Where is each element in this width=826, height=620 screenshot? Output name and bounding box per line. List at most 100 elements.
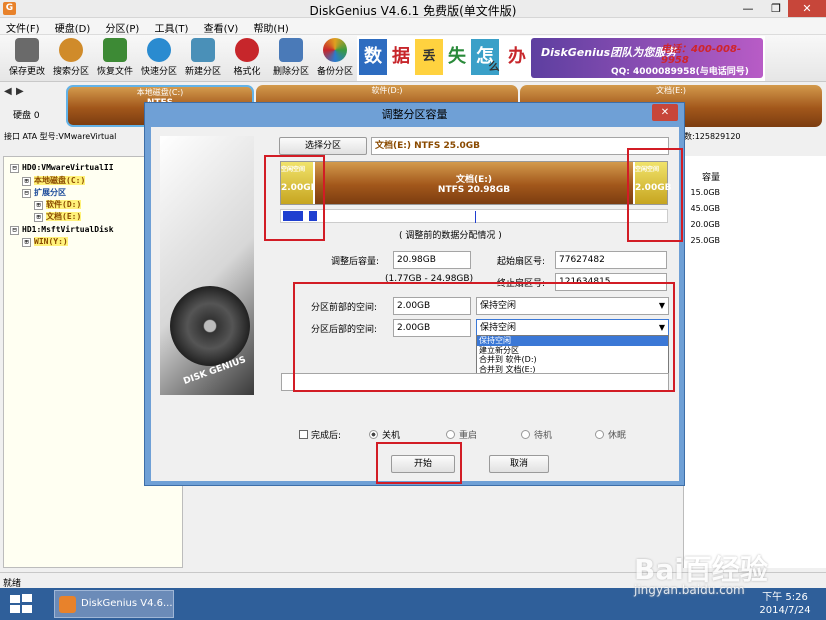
radio-shutdown[interactable]: 关机 — [369, 428, 400, 441]
menu-partition[interactable]: 分区(P) — [99, 18, 145, 35]
partition-layout-bar[interactable]: 空闲空间 2.00GB 文档(E:) NTFS 20.98GB 空闲空间 2.0… — [280, 161, 671, 205]
hard-disk-icon — [170, 286, 250, 366]
tree-toggle-icon[interactable]: ⊞ — [34, 213, 43, 222]
baidu-watermark: Bai百经验 — [634, 553, 768, 586]
capacity-cell: 20.0GB — [690, 220, 721, 229]
checkbox-box — [299, 430, 308, 439]
capacity-header: 容量 — [701, 173, 720, 183]
tree-toggle-icon[interactable]: ⊟ — [10, 164, 19, 173]
system-clock[interactable]: 下午 5:26 2014/7/24 — [752, 591, 818, 617]
banner-char: 数 — [359, 39, 387, 75]
radio-standby[interactable]: 待机 — [521, 428, 552, 441]
tree-toggle-icon[interactable]: ⊞ — [22, 238, 31, 247]
search-icon — [59, 38, 83, 62]
annotation-box — [264, 155, 325, 241]
capacity-cell: 45.0GB — [690, 204, 721, 213]
start-tile — [22, 605, 32, 613]
delete-partition-button[interactable]: 删除分区 — [270, 37, 312, 79]
menu-bar: 文件(F) 硬盘(D) 分区(P) 工具(T) 查看(V) 帮助(H) — [0, 18, 826, 35]
title-bar: G DiskGenius V4.6.1 免费版(单文件版) — ❐ ✕ — [0, 0, 826, 18]
banner-char: 办 — [503, 39, 531, 75]
tree-item[interactable]: ⊞ 软件(D:) — [34, 199, 82, 211]
banner-char: 据 — [387, 39, 415, 75]
tree-toggle-icon[interactable]: ⊞ — [22, 177, 31, 186]
format-button[interactable]: 格式化 — [226, 37, 268, 79]
windows-start-icon[interactable] — [10, 594, 34, 614]
app-logo-icon — [59, 596, 76, 613]
banner-qq: QQ: 4000089958(与电话同号) — [611, 67, 749, 77]
save-changes-button[interactable]: 保存更改 — [6, 37, 48, 79]
menu-tools[interactable]: 工具(T) — [148, 18, 194, 35]
banner-char: 么 — [488, 60, 500, 73]
next-disk-icon[interactable]: ▶ — [16, 86, 24, 97]
annotation-box — [627, 148, 683, 242]
tree-item[interactable]: ⊞ 文档(E:) — [34, 211, 82, 223]
tree-item[interactable]: ⊟ 扩展分区 — [22, 187, 66, 199]
tree-toggle-icon[interactable]: ⊟ — [10, 226, 19, 235]
new-partition-button[interactable]: 新建分区 — [182, 37, 224, 79]
cancel-button[interactable]: 取消 — [489, 455, 549, 473]
recover-files-button[interactable]: 恢复文件 — [94, 37, 136, 79]
data-block — [475, 211, 476, 223]
harddisk-illustration: DISK GENIUS — [160, 136, 254, 395]
capacity-cell: 15.0GB — [690, 188, 721, 197]
radio-dot — [446, 430, 455, 439]
minimize-button[interactable]: — — [734, 0, 762, 17]
delete-icon — [279, 38, 303, 62]
window-title: DiskGenius V4.6.1 免费版(单文件版) — [309, 4, 517, 18]
partition-segment[interactable]: 文档(E:) NTFS 20.98GB — [315, 162, 633, 204]
start-sector-label: 起始扇区号: — [497, 257, 546, 267]
radio-dot — [369, 430, 378, 439]
backup-icon — [323, 38, 347, 62]
tree-item[interactable]: ⊟ HD1:MsftVirtualDisk — [10, 225, 114, 237]
taskbar-app-diskgenius[interactable]: DiskGenius V4.6... — [54, 590, 174, 618]
advertisement-banner[interactable]: 数 据 丢 失 怎 么 办 DiskGenius团队为您服务 电话：400-00… — [357, 36, 765, 81]
disk-label: 硬盘 0 — [13, 111, 40, 121]
tree-item[interactable]: ⊞ WIN(Y:) — [22, 237, 68, 249]
banner-char: 失 — [443, 39, 471, 75]
annotation-box — [293, 282, 675, 392]
tree-item[interactable]: ⊟ HD0:VMwareVirtualII — [10, 163, 114, 175]
baidu-watermark-url: jingyan.baidu.com — [634, 583, 745, 597]
banner-team: DiskGenius团队为您服务 — [541, 46, 677, 59]
menu-file[interactable]: 文件(F) — [0, 18, 46, 35]
distribution-caption: ( 调整前的数据分配情况 ) — [399, 231, 502, 241]
quick-partition-icon — [147, 38, 171, 62]
save-icon — [15, 38, 39, 62]
start-sector-input[interactable]: 77627482 — [555, 251, 667, 269]
menu-disk[interactable]: 硬盘(D) — [49, 18, 97, 35]
banner-char: 丢 — [415, 39, 443, 75]
partition-info-field: 文档(E:) NTFS 25.0GB — [371, 137, 669, 155]
quick-partition-button[interactable]: 快速分区 — [138, 37, 180, 79]
new-partition-icon — [191, 38, 215, 62]
select-partition-button[interactable]: 选择分区 — [279, 137, 367, 155]
menu-help[interactable]: 帮助(H) — [247, 18, 294, 35]
menu-view[interactable]: 查看(V) — [198, 18, 245, 35]
after-capacity-input[interactable]: 20.98GB — [393, 251, 471, 269]
radio-hibernate[interactable]: 休眠 — [595, 428, 626, 441]
radio-dot — [595, 430, 604, 439]
capacity-cell: 25.0GB — [690, 236, 721, 245]
prev-disk-icon[interactable]: ◀ — [4, 86, 12, 97]
dialog-title: 调整分区容量 — [381, 108, 448, 121]
tree-toggle-icon[interactable]: ⊞ — [34, 201, 43, 210]
search-partition-button[interactable]: 搜索分区 — [50, 37, 92, 79]
after-complete-checkbox[interactable]: 完成后: — [299, 428, 341, 441]
tree-toggle-icon[interactable]: ⊟ — [22, 189, 31, 198]
close-button[interactable]: ✕ — [788, 0, 826, 17]
after-capacity-label: 调整后容量: — [331, 257, 380, 267]
radio-restart[interactable]: 重启 — [446, 428, 477, 441]
recover-icon — [103, 38, 127, 62]
maximize-button[interactable]: ❐ — [762, 0, 790, 17]
banner-phone: 电话：400-008-9958 — [661, 44, 742, 66]
start-tile — [10, 605, 20, 613]
format-icon — [235, 38, 259, 62]
backup-partition-button[interactable]: 备份分区 — [314, 37, 356, 79]
partition-table-pane: 容量 15.0GB 45.0GB 20.0GB 25.0GB — [683, 156, 826, 568]
tree-item[interactable]: ⊞ 本地磁盘(C:) — [22, 175, 86, 187]
data-distribution-strip — [280, 209, 668, 223]
dialog-close-button[interactable]: ✕ — [652, 104, 678, 121]
start-tile — [22, 594, 32, 602]
radio-dot — [521, 430, 530, 439]
start-tile — [10, 595, 20, 603]
